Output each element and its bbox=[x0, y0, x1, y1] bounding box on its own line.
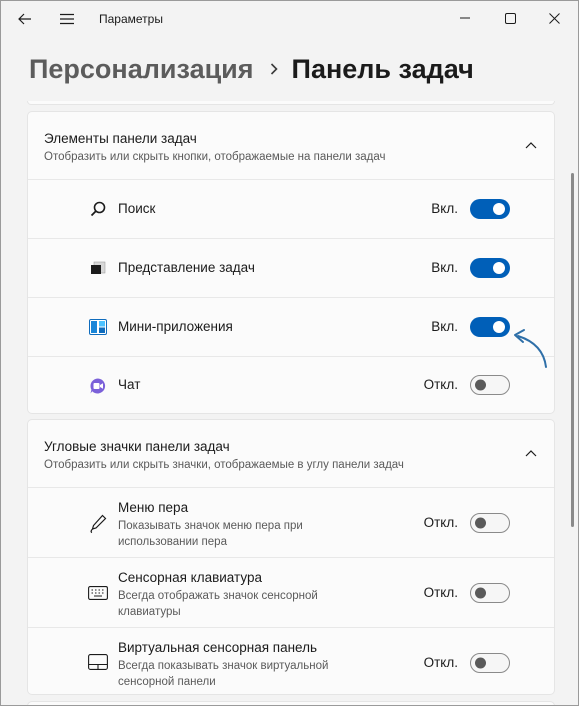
arrow-left-icon[interactable] bbox=[15, 9, 35, 29]
previous-card bbox=[27, 101, 555, 105]
setting-label: Мини-приложения bbox=[118, 319, 233, 334]
setting-row-pen-menu: Меню пера Показывать значок меню пера пр… bbox=[28, 488, 554, 558]
section-header[interactable]: Угловые значки панели задач Отобразить и… bbox=[28, 420, 554, 488]
section-title: Элементы панели задач bbox=[44, 131, 197, 146]
maximize-icon[interactable] bbox=[496, 7, 524, 29]
toggle-knob bbox=[493, 321, 505, 333]
section-description: Отобразить или скрыть кнопки, отображаем… bbox=[44, 151, 386, 163]
annotation-arrow-icon bbox=[514, 329, 547, 368]
section-title: Угловые значки панели задач bbox=[44, 439, 230, 454]
breadcrumb: Персонализация Панель задач bbox=[29, 49, 474, 89]
toggle-knob bbox=[475, 517, 486, 529]
settings-window: Параметры Персонализация Панель задач Эл… bbox=[0, 0, 579, 706]
toggle-state-text: Вкл. bbox=[431, 260, 458, 275]
toggle-state-text: Откл. bbox=[423, 585, 458, 600]
toggle-state-text: Вкл. bbox=[431, 201, 458, 216]
toggle-knob bbox=[493, 203, 505, 215]
chevron-up-icon[interactable] bbox=[524, 448, 538, 458]
setting-label: Чат bbox=[118, 377, 141, 392]
next-card bbox=[27, 701, 555, 705]
toggle-switch[interactable] bbox=[470, 199, 510, 219]
setting-row-virtual-touchpad: Виртуальная сенсорная панель Всегда пока… bbox=[28, 628, 554, 696]
search-icon bbox=[88, 199, 108, 219]
touchpad-icon bbox=[88, 652, 108, 672]
setting-label: Меню пера bbox=[118, 500, 189, 515]
toggle-switch[interactable] bbox=[470, 583, 510, 603]
setting-row-chat: Чат Откл. bbox=[28, 357, 554, 415]
breadcrumb-parent[interactable]: Персонализация bbox=[29, 54, 254, 85]
task-view-icon bbox=[88, 258, 108, 278]
close-icon[interactable] bbox=[540, 7, 568, 29]
section-description: Отобразить или скрыть значки, отображаем… bbox=[44, 459, 404, 471]
setting-description: Всегда показывать значок виртуальной сен… bbox=[118, 660, 329, 688]
toggle-state-text: Вкл. bbox=[431, 319, 458, 334]
chevron-up-icon[interactable] bbox=[524, 140, 538, 150]
toggle-state-text: Откл. bbox=[423, 515, 458, 530]
setting-row-search: Поиск Вкл. bbox=[28, 180, 554, 239]
section-taskbar-items: Элементы панели задач Отобразить или скр… bbox=[27, 111, 555, 414]
toggle-state-text: Откл. bbox=[423, 377, 458, 392]
toggle-switch[interactable] bbox=[470, 513, 510, 533]
setting-description: Всегда отображать значок сенсорной клави… bbox=[118, 590, 318, 618]
section-header[interactable]: Элементы панели задач Отобразить или скр… bbox=[28, 112, 554, 180]
setting-description: Показывать значок меню пера при использо… bbox=[118, 520, 303, 548]
toggle-switch[interactable] bbox=[470, 258, 510, 278]
app-title: Параметры bbox=[99, 12, 163, 26]
chat-icon bbox=[88, 376, 108, 396]
setting-label: Представление задач bbox=[118, 260, 255, 275]
scrollbar-thumb[interactable] bbox=[571, 173, 574, 527]
setting-row-touch-keyboard: Сенсорная клавиатура Всегда отображать з… bbox=[28, 558, 554, 628]
toggle-switch[interactable] bbox=[470, 653, 510, 673]
minimize-icon[interactable] bbox=[451, 7, 479, 29]
setting-label: Виртуальная сенсорная панель bbox=[118, 640, 318, 655]
page-title: Панель задач bbox=[291, 53, 474, 84]
toggle-switch[interactable] bbox=[470, 317, 510, 337]
setting-row-widgets: Мини-приложения Вкл. bbox=[28, 298, 554, 357]
setting-row-task-view: Представление задач Вкл. bbox=[28, 239, 554, 298]
toggle-switch[interactable] bbox=[470, 375, 510, 395]
toggle-knob bbox=[475, 379, 486, 391]
toggle-state-text: Откл. bbox=[423, 655, 458, 670]
keyboard-icon bbox=[88, 583, 108, 603]
pen-icon bbox=[88, 514, 108, 534]
toggle-knob bbox=[475, 657, 486, 669]
settings-content: Элементы панели задач Отобразить или скр… bbox=[27, 101, 555, 705]
chevron-right-icon bbox=[270, 63, 278, 75]
section-corner-icons: Угловые значки панели задач Отобразить и… bbox=[27, 419, 555, 695]
setting-label: Поиск bbox=[118, 201, 156, 216]
setting-label: Сенсорная клавиатура bbox=[118, 570, 262, 585]
toggle-knob bbox=[493, 262, 505, 274]
hamburger-icon[interactable] bbox=[57, 9, 77, 29]
widgets-icon bbox=[88, 317, 108, 337]
title-bar: Параметры bbox=[1, 1, 578, 37]
toggle-knob bbox=[475, 587, 486, 599]
